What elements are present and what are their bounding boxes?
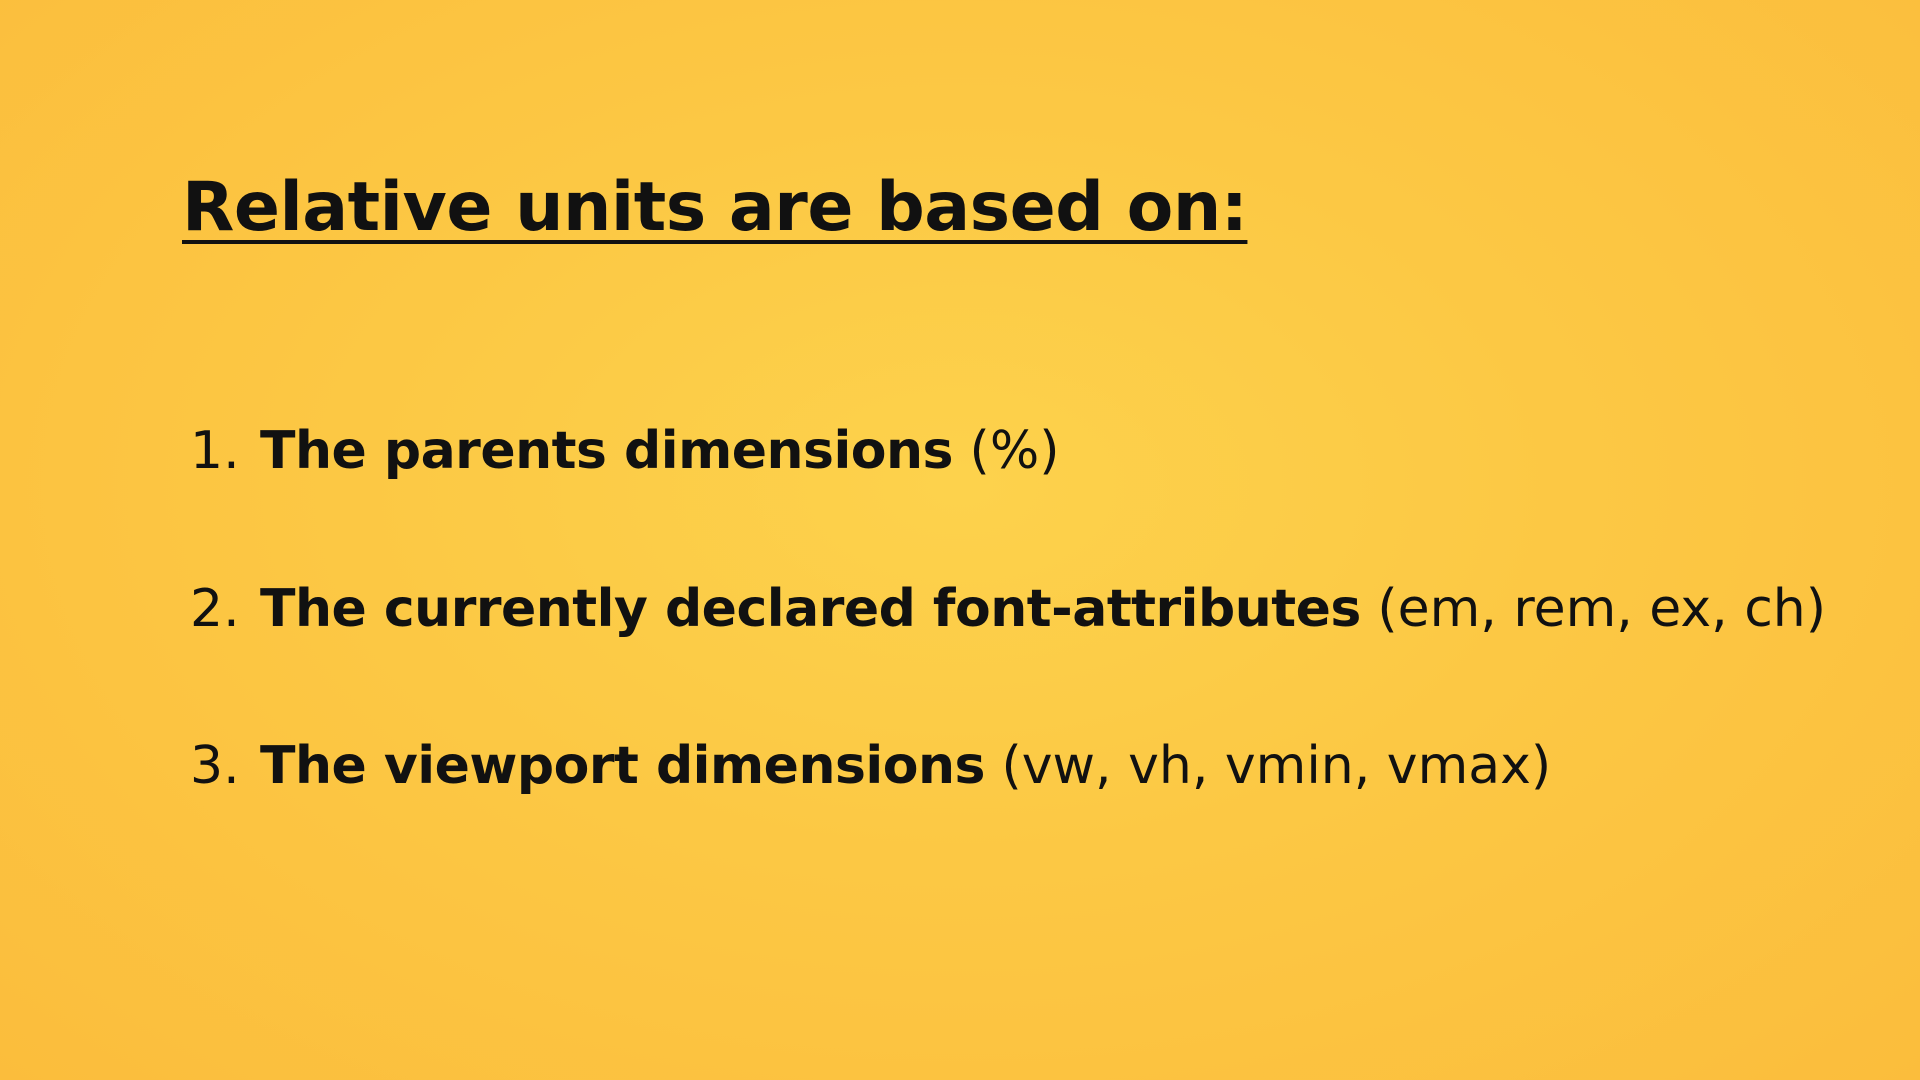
list-item-number: 1.: [190, 421, 240, 481]
slide-heading: Relative units are based on:: [182, 168, 1248, 247]
list-item-units: (%): [969, 421, 1060, 481]
list-item-units: (em, rem, ex, ch): [1377, 579, 1827, 639]
list-item-viewport: 3. The viewport dimensions (vw, vh, vmin,…: [190, 740, 1551, 792]
list-item-title: The viewport dimensions: [260, 736, 985, 796]
slide: Relative units are based on: 1. The paren…: [0, 0, 1920, 1080]
list-item-title: The currently declared font-attributes: [260, 579, 1361, 639]
list-item-units: (vw, vh, vmin, vmax): [1001, 736, 1552, 796]
list-item-title: The parents dimensions: [260, 421, 954, 481]
list-item-number: 2.: [190, 579, 240, 639]
list-item-parents: 1. The parents dimensions (%): [190, 425, 1060, 477]
list-item-number: 3.: [190, 736, 240, 796]
list-item-font-attributes: 2. The currently declared font-attributes…: [190, 583, 1826, 635]
